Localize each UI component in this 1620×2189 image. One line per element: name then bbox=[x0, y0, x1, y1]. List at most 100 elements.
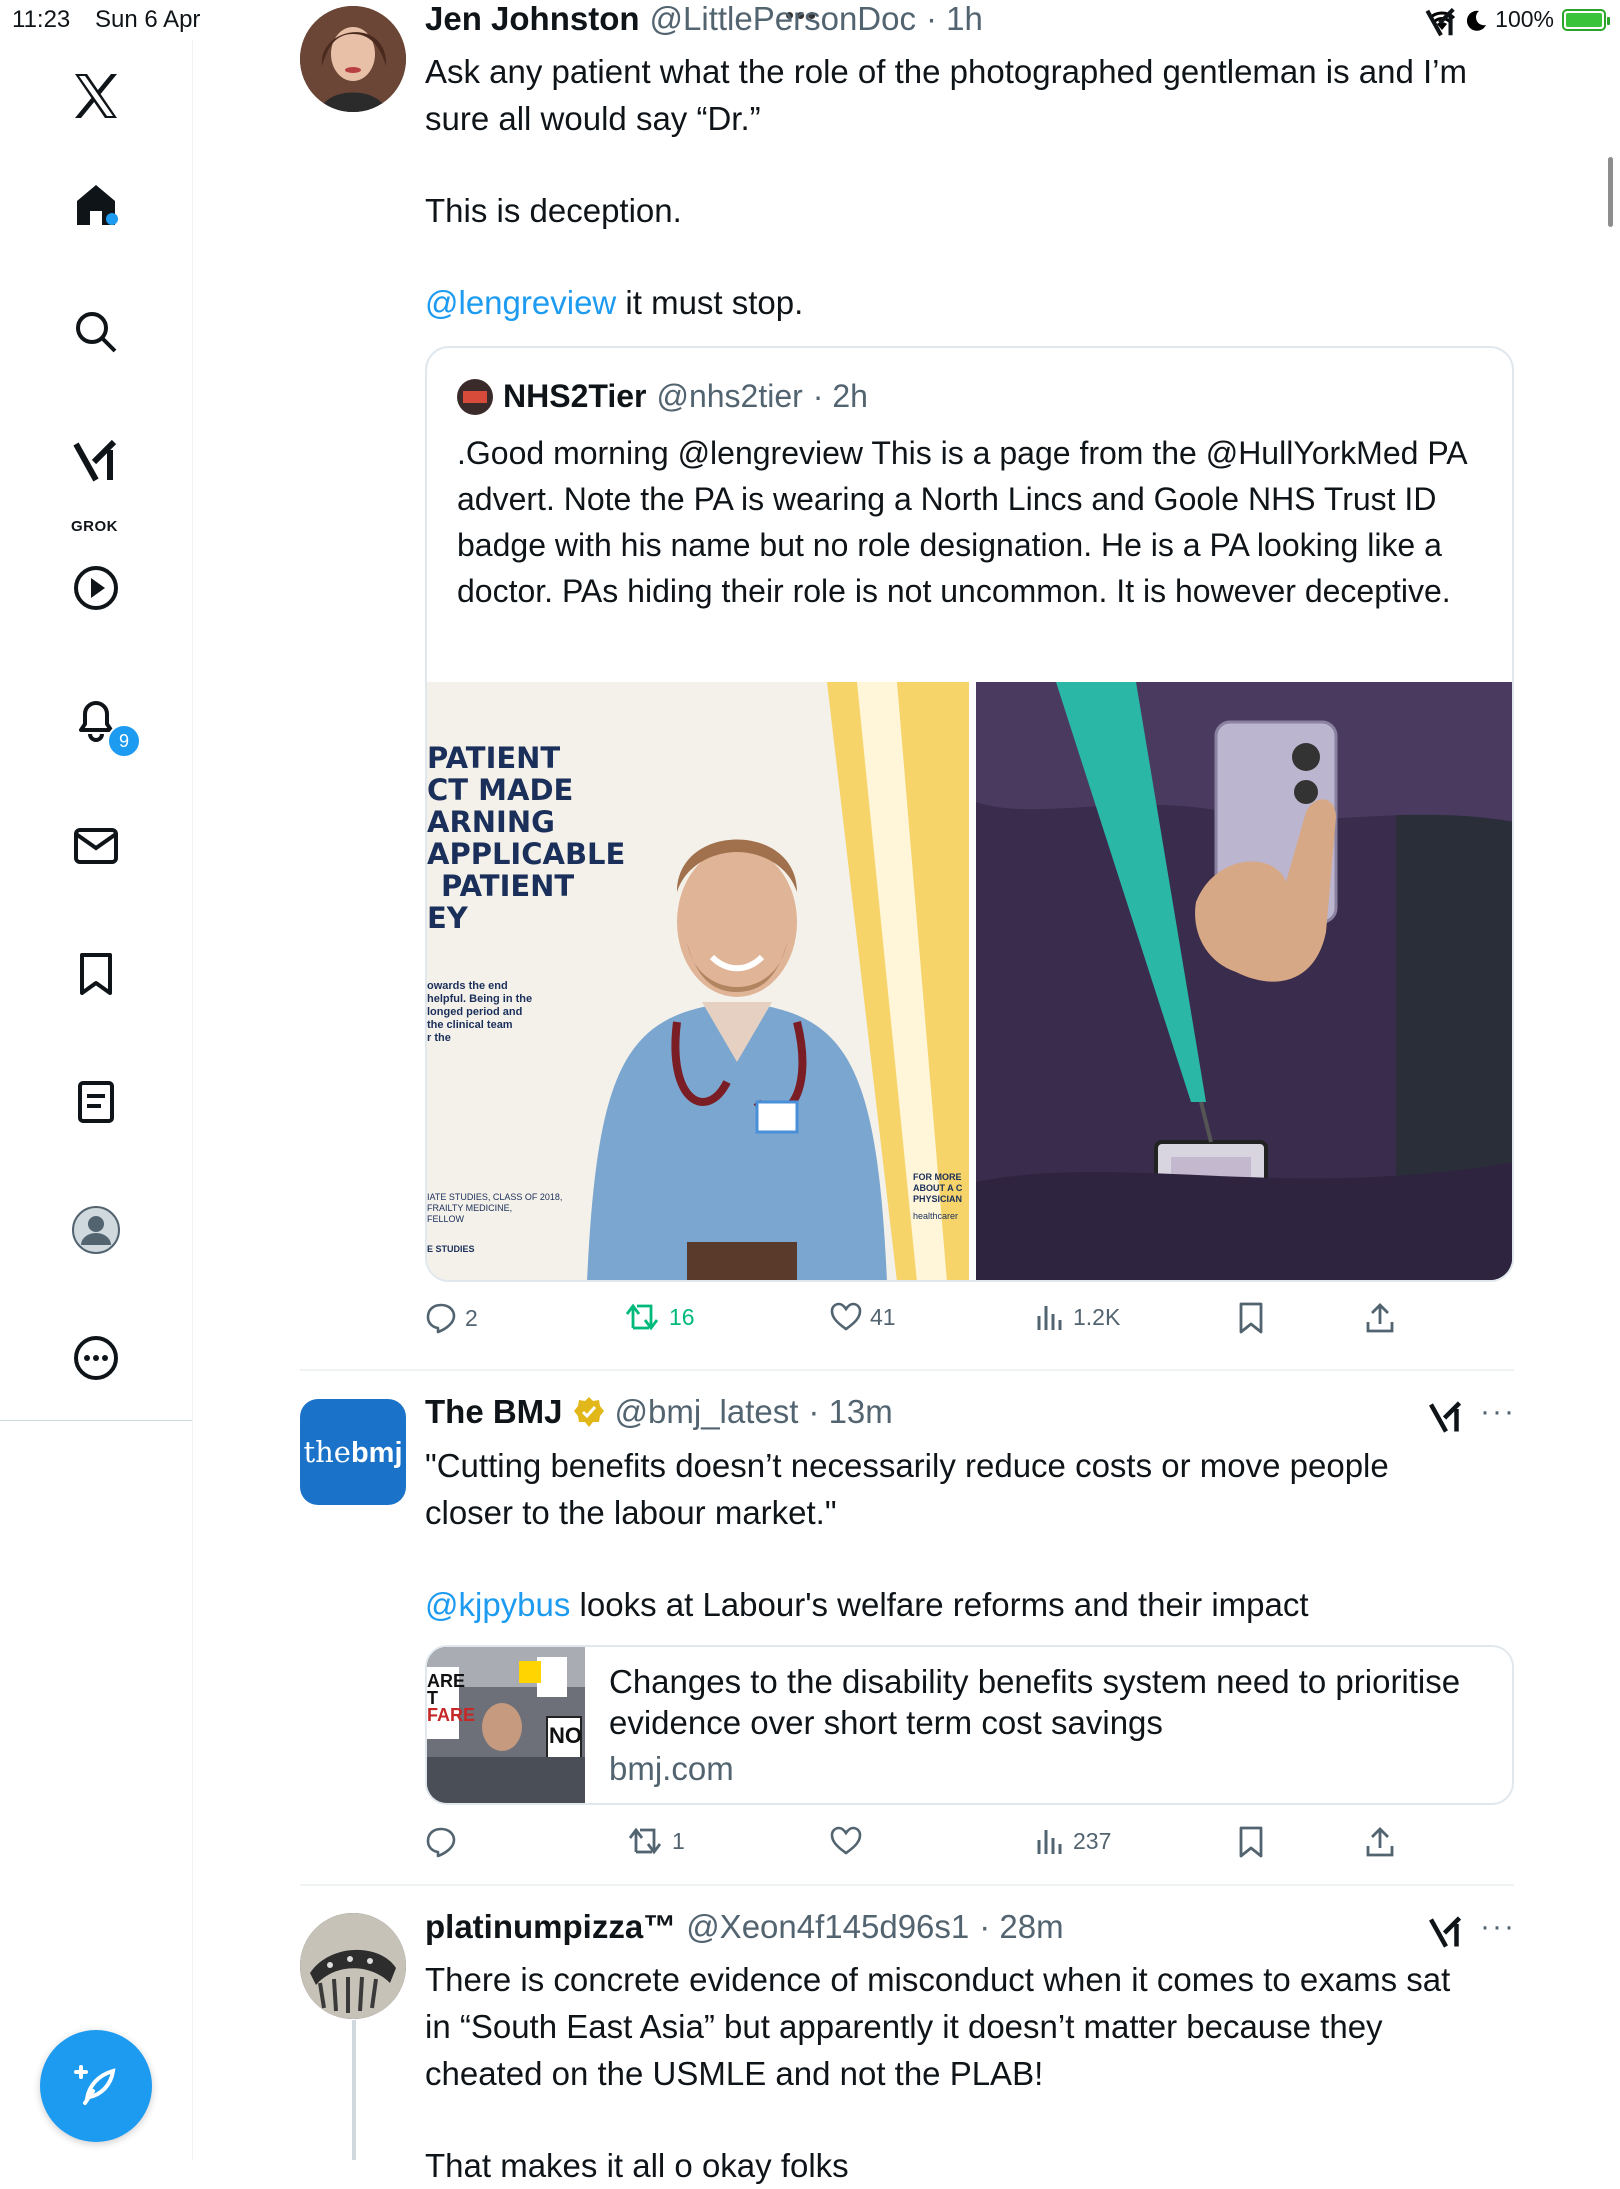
advert-caption-line: IATE STUDIES, CLASS OF 2018, bbox=[427, 1192, 563, 1202]
quote-time: · 2h bbox=[812, 378, 868, 414]
like-button[interactable] bbox=[830, 1826, 870, 1856]
bookmark-icon bbox=[1239, 1826, 1263, 1858]
tweet-actions: 1 237 bbox=[425, 1826, 1425, 1866]
share-button[interactable] bbox=[1365, 1302, 1395, 1334]
advert-heading-line: EY bbox=[427, 901, 468, 935]
tweet-text-line: in “South East Asia” but apparently it d… bbox=[425, 2008, 1383, 2045]
share-button[interactable] bbox=[1365, 1826, 1395, 1858]
tweet-time[interactable]: · 13m bbox=[808, 1393, 892, 1431]
repost-button[interactable]: 16 bbox=[625, 1302, 695, 1332]
grok-icon[interactable] bbox=[1428, 1401, 1464, 1435]
tweet-header: platinumpizza™ @Xeon4f145d96s1 · 28m bbox=[425, 1908, 1064, 1946]
more-menu-icon[interactable]: ··· bbox=[1480, 1395, 1516, 1429]
bmj-logo-bmj: bmj bbox=[350, 1436, 403, 1469]
avatar[interactable]: thebmj bbox=[300, 1399, 406, 1505]
bookmark-button[interactable] bbox=[1238, 1302, 1264, 1334]
mention-link[interactable]: @lengreview bbox=[425, 284, 616, 321]
advert-more-line: ABOUT A C bbox=[913, 1183, 963, 1193]
author-name[interactable]: The BMJ bbox=[425, 1393, 563, 1431]
author-handle[interactable]: @bmj_latest bbox=[615, 1393, 799, 1431]
repost-count: 16 bbox=[669, 1303, 695, 1330]
bookmark-button[interactable] bbox=[1238, 1826, 1264, 1858]
quote-author-handle[interactable]: @nhs2tier bbox=[656, 378, 802, 415]
author-name[interactable]: Jen Johnston bbox=[425, 0, 640, 38]
x-logo-icon[interactable] bbox=[60, 60, 132, 132]
grok-icon[interactable] bbox=[1428, 1916, 1464, 1950]
advert-heading-line: CT MADE bbox=[427, 773, 574, 807]
quote-author-name[interactable]: NHS2Tier bbox=[503, 378, 646, 415]
repost-button[interactable]: 1 bbox=[628, 1826, 685, 1856]
advert-small-line: helpful. Being in the bbox=[427, 993, 533, 1005]
link-card-image: ARE T FARE NO bbox=[427, 1647, 585, 1803]
lists-icon[interactable] bbox=[60, 1066, 132, 1138]
link-card-title[interactable]: Changes to the disability benefits syste… bbox=[609, 1661, 1489, 1743]
notification-badge: 9 bbox=[107, 724, 141, 758]
view-count: 1.2K bbox=[1073, 1303, 1121, 1330]
bookmarks-icon[interactable] bbox=[60, 938, 132, 1010]
tweet-actions: 2 16 41 1.2K bbox=[425, 1302, 1425, 1342]
link-card[interactable]: ARE T FARE NO Changes to the disability … bbox=[425, 1645, 1514, 1805]
avatar[interactable] bbox=[300, 1913, 406, 2019]
view-count: 237 bbox=[1073, 1827, 1112, 1854]
advert-more: FOR MORE ABOUT A C PHYSICIAN healthcarer bbox=[913, 1172, 962, 1222]
quote-image-advert[interactable]: PATIENT CT MADE ARNING APPLICABLE PATIEN… bbox=[427, 682, 969, 1280]
heart-icon bbox=[830, 1826, 862, 1855]
tweet-header: Jen Johnston @LittlePersonDoc · 1h bbox=[425, 0, 983, 38]
sign-text: ARE T FARE bbox=[427, 1672, 475, 1724]
reply-icon bbox=[426, 1303, 456, 1334]
search-icon[interactable] bbox=[60, 296, 132, 368]
avatar[interactable] bbox=[300, 6, 406, 112]
tweet-text-line: cheated on the USMLE and not the PLAB! bbox=[425, 2055, 1044, 2092]
bmj-logo-the: the bbox=[303, 1434, 351, 1469]
tweet-text: "Cutting benefits doesn’t necessarily re… bbox=[425, 1442, 1525, 1628]
thread-line bbox=[352, 2020, 356, 2160]
quote-image-selfie[interactable] bbox=[976, 682, 1512, 1280]
tweet-text: There is concrete evidence of misconduct… bbox=[425, 1956, 1525, 2189]
author-handle[interactable]: @LittlePersonDoc bbox=[650, 0, 916, 38]
author-handle[interactable]: @Xeon4f145d96s1 bbox=[686, 1908, 969, 1946]
tweet-text: Ask any patient what the role of the pho… bbox=[425, 48, 1525, 326]
grok-icon[interactable] bbox=[60, 426, 132, 498]
status-date: Sun 6 Apr bbox=[95, 6, 201, 33]
moon-icon bbox=[1467, 10, 1487, 31]
tweet-time[interactable]: · 1h bbox=[926, 0, 983, 38]
tweet-time[interactable]: · 28m bbox=[979, 1908, 1063, 1946]
quote-avatar[interactable] bbox=[457, 378, 493, 415]
author-name[interactable]: platinumpizza™ bbox=[425, 1908, 676, 1946]
repost-count: 1 bbox=[672, 1827, 685, 1854]
compose-post-button[interactable] bbox=[40, 2030, 152, 2142]
quoted-tweet[interactable]: NHS2Tier @nhs2tier · 2h .Good morning @l… bbox=[425, 346, 1514, 1282]
tweet-text-line: There is concrete evidence of misconduct… bbox=[425, 1961, 1451, 1998]
advert-small-text: owards the end helpful. Being in the lon… bbox=[427, 980, 532, 1045]
mention-link[interactable]: @kjpybus bbox=[425, 1586, 570, 1623]
video-icon[interactable] bbox=[60, 552, 132, 624]
reply-button[interactable] bbox=[425, 1826, 465, 1858]
tweet-divider bbox=[300, 1884, 1514, 1886]
tweet-text-line: sure all would say “Dr.” bbox=[425, 100, 761, 137]
reply-count: 2 bbox=[465, 1304, 478, 1331]
sidebar-divider bbox=[0, 1420, 192, 1421]
status-time: 11:23 bbox=[12, 6, 71, 33]
battery-percent: 100% bbox=[1495, 6, 1554, 32]
tweet-text-line: Ask any patient what the role of the pho… bbox=[425, 53, 1467, 90]
advert-caption-line: FRAILTY MEDICINE, bbox=[427, 1203, 513, 1213]
grok-icon[interactable] bbox=[1424, 8, 1458, 38]
advert-small-line: r the bbox=[427, 1032, 451, 1044]
tweet-divider bbox=[300, 1369, 1514, 1371]
profile-avatar[interactable] bbox=[60, 1194, 132, 1266]
advert-caption: IATE STUDIES, CLASS OF 2018, FRAILTY MED… bbox=[427, 1192, 562, 1225]
advert-small-line: owards the end bbox=[427, 980, 508, 992]
messages-icon[interactable] bbox=[60, 810, 132, 882]
like-button[interactable]: 41 bbox=[830, 1302, 896, 1332]
home-icon[interactable] bbox=[60, 168, 132, 240]
scrollbar-thumb[interactable] bbox=[1608, 157, 1613, 227]
reply-button[interactable]: 2 bbox=[425, 1302, 478, 1334]
advert-more-line: FOR MORE bbox=[913, 1172, 962, 1182]
more-menu-icon[interactable]: ··· bbox=[1480, 1910, 1516, 1944]
link-card-domain[interactable]: bmj.com bbox=[609, 1750, 734, 1788]
views-button[interactable]: 1.2K bbox=[1035, 1302, 1120, 1332]
more-options-icon[interactable] bbox=[60, 1322, 132, 1394]
sign-no: NO bbox=[549, 1723, 582, 1748]
views-button[interactable]: 237 bbox=[1035, 1826, 1111, 1856]
advert-small-line: the clinical team bbox=[427, 1019, 513, 1031]
